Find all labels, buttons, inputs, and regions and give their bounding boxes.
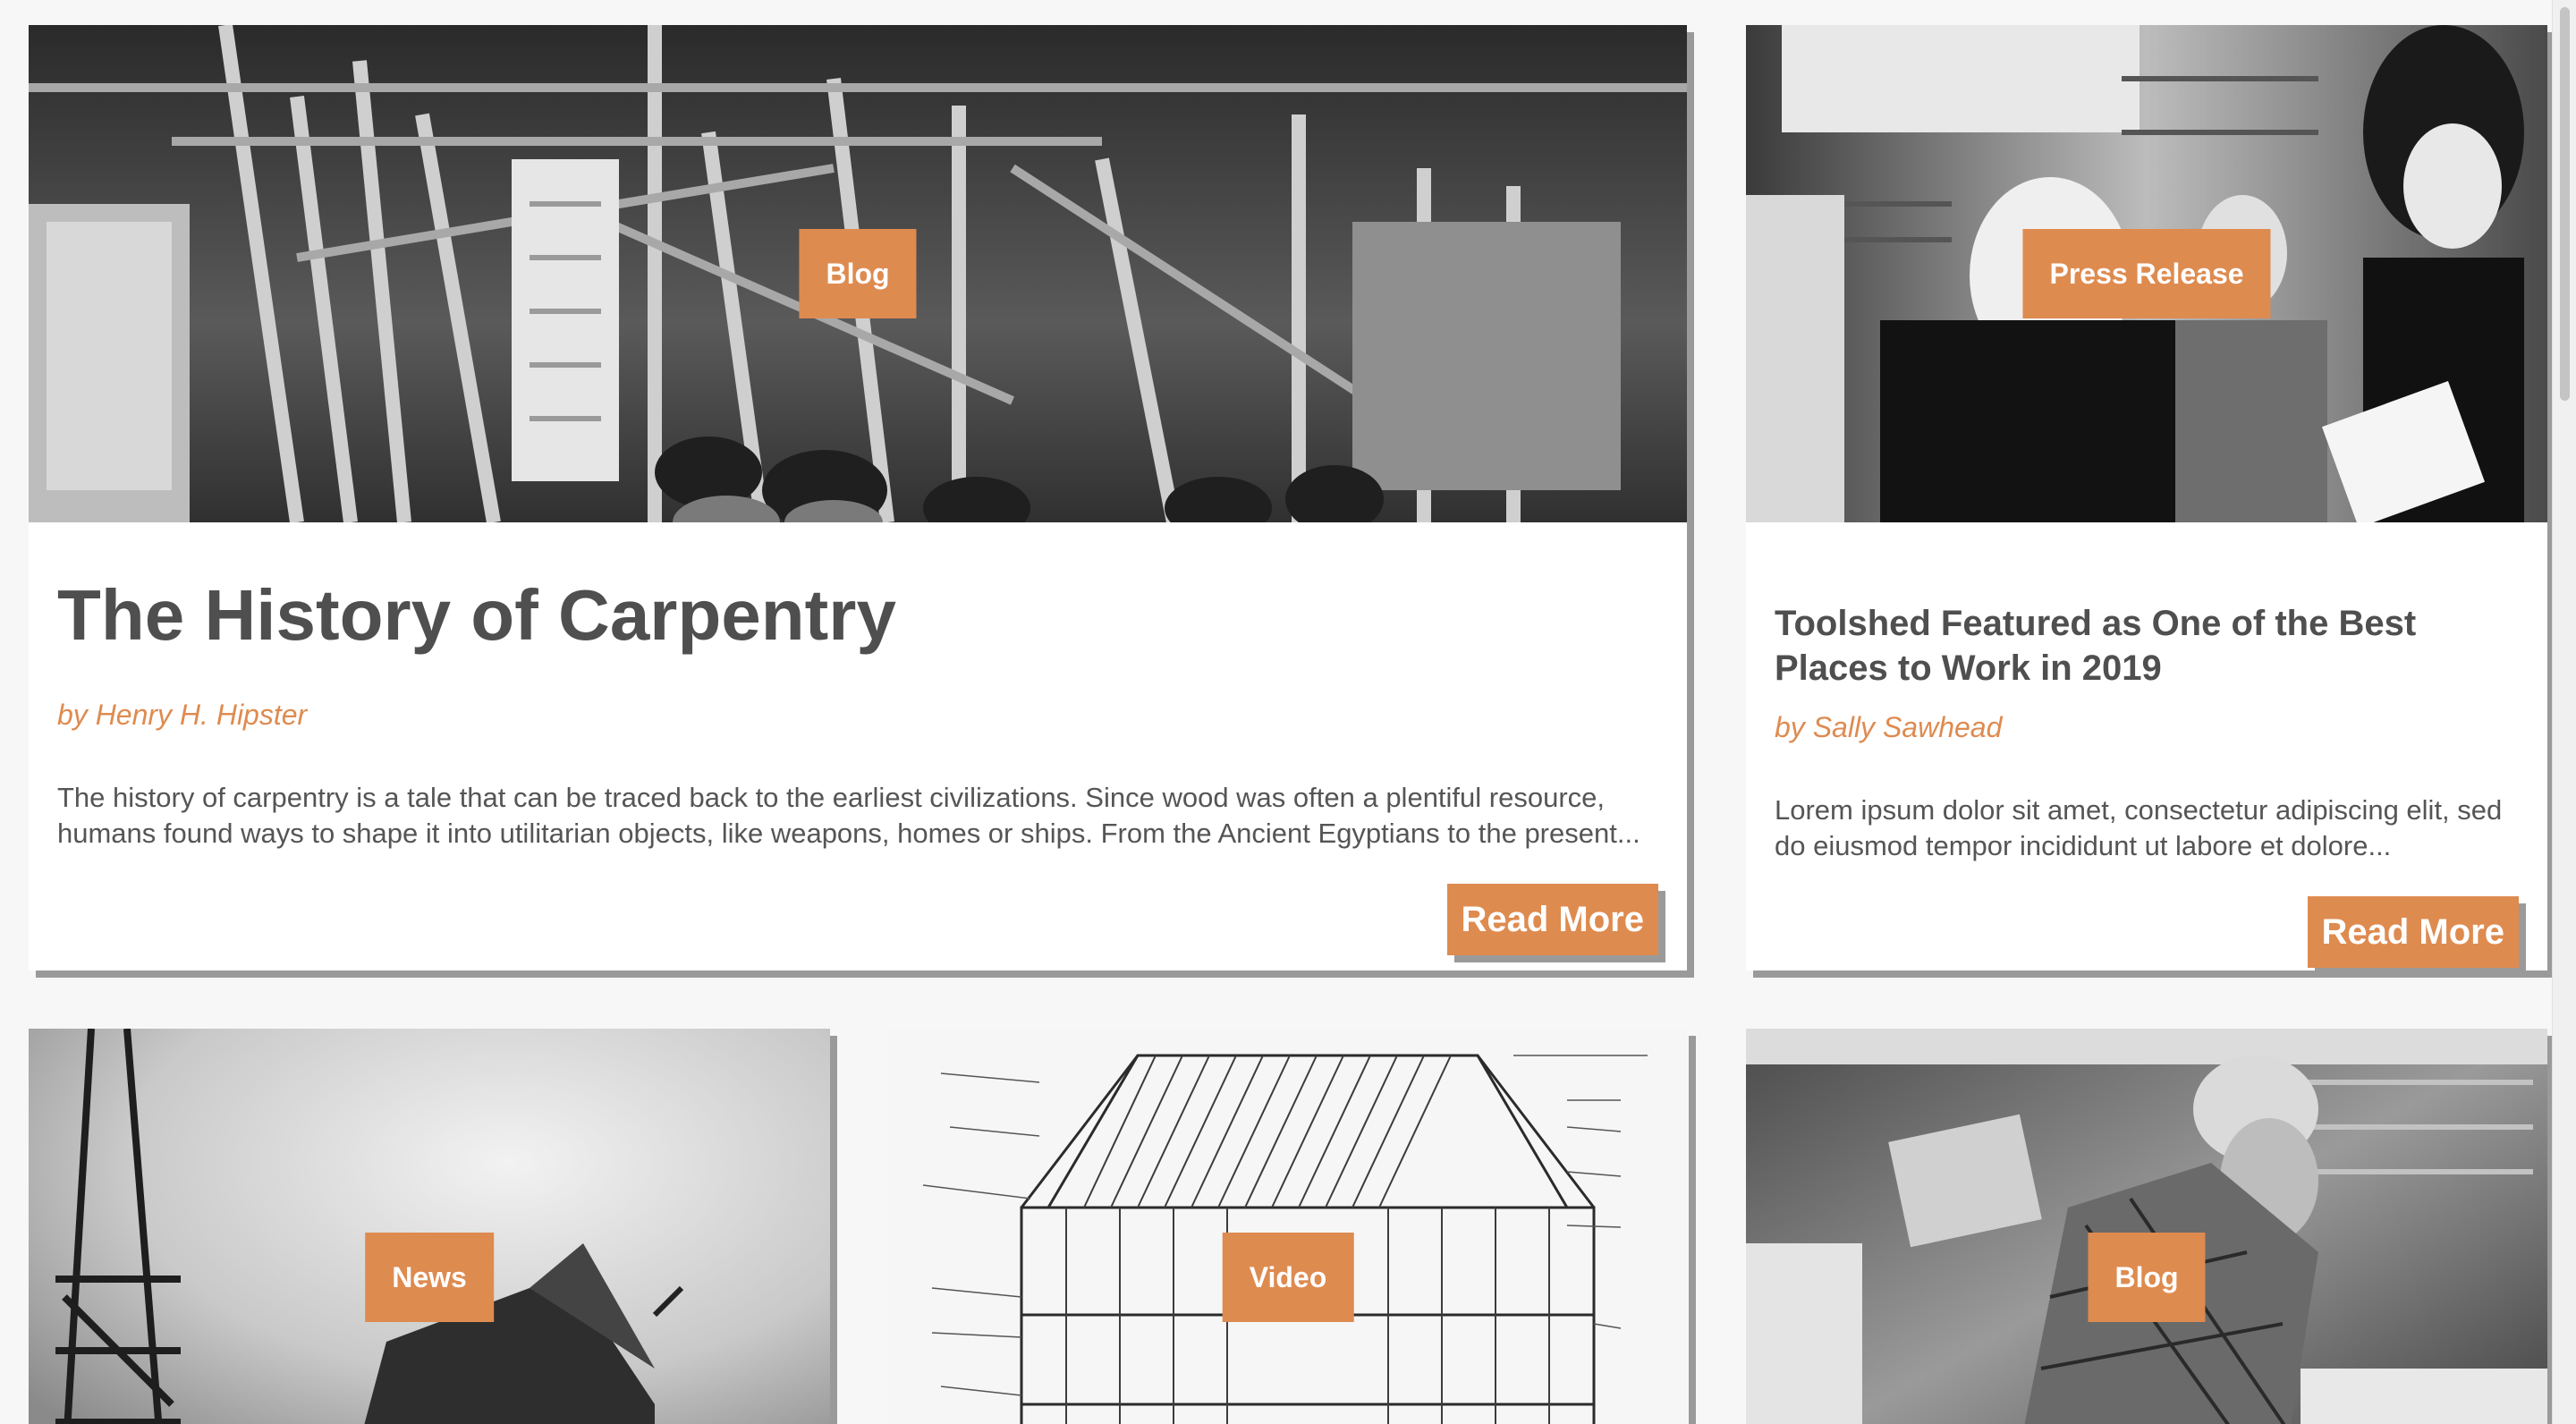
video-post-image[interactable]: Video (887, 1029, 1689, 1424)
side-post-author: by Sally Sawhead (1775, 711, 2003, 743)
featured-post-title[interactable]: The History of Carpentry (57, 576, 1658, 655)
bottom-post-card-video[interactable]: Video (887, 1029, 1689, 1424)
blog-post-image[interactable]: Blog (1746, 1029, 2547, 1424)
category-tag-video[interactable]: Video (1222, 1233, 1354, 1322)
vertical-scrollbar[interactable] (2552, 0, 2576, 1424)
featured-post-image[interactable]: Blog (29, 25, 1687, 522)
side-post-image[interactable]: Press Release (1746, 25, 2547, 522)
woodworker-photo (1746, 1029, 2547, 1424)
scrollbar-thumb[interactable] (2560, 7, 2570, 401)
bottom-post-card-news[interactable]: News (29, 1029, 830, 1424)
burning-tower-photo (29, 1029, 830, 1424)
news-post-image[interactable]: News (29, 1029, 830, 1424)
side-post-title[interactable]: Toolshed Featured as One of the Best Pla… (1775, 601, 2519, 691)
side-post-card[interactable]: Press Release Toolshed Featured as One o… (1746, 25, 2547, 971)
bottom-post-card-blog[interactable]: Blog (1746, 1029, 2547, 1424)
side-post-excerpt: Lorem ipsum dolor sit amet, consectetur … (1775, 794, 2503, 861)
side-post-body: Toolshed Featured as One of the Best Pla… (1746, 522, 2547, 971)
side-read-more-button[interactable]: Read More (2307, 896, 2519, 968)
category-tag-news[interactable]: News (365, 1233, 494, 1322)
featured-post-author: by Henry H. Hipster (57, 699, 308, 731)
featured-post-excerpt: The history of carpentry is a tale that … (57, 782, 1640, 849)
featured-read-more-button[interactable]: Read More (1446, 884, 1658, 955)
blog-page: Blog The History of Carpentry by Henry H… (0, 0, 2576, 1424)
featured-post-card[interactable]: Blog The History of Carpentry by Henry H… (29, 25, 1687, 971)
featured-post-body: The History of Carpentry by Henry H. Hip… (29, 522, 1687, 971)
category-tag-press-release[interactable]: Press Release (2022, 229, 2271, 318)
category-tag-blog[interactable]: Blog (799, 229, 917, 318)
timber-frame-diagram (887, 1029, 1689, 1424)
category-tag-blog-bottom[interactable]: Blog (2088, 1233, 2206, 1322)
